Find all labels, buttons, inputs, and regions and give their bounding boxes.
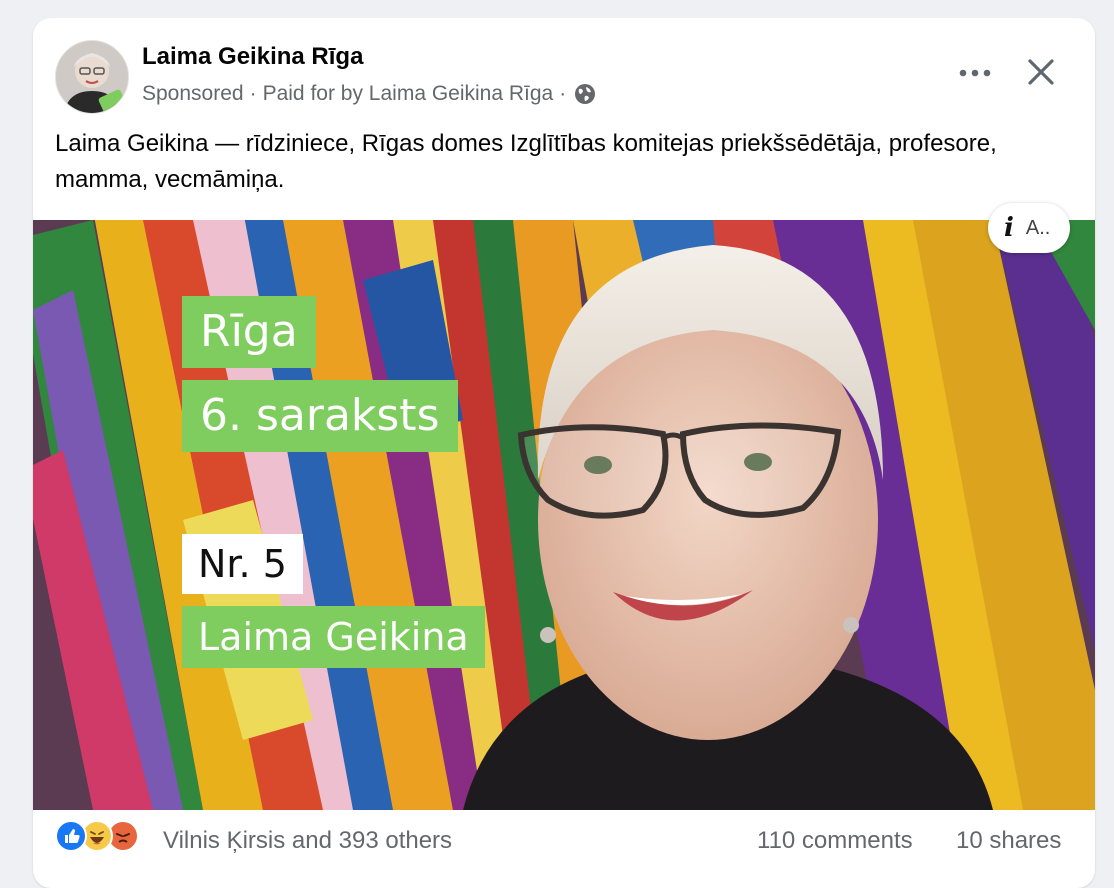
shares-count-link[interactable]: 10 shares xyxy=(956,827,1061,855)
globe-icon xyxy=(574,83,596,105)
paid-for-disclaimer[interactable]: Paid for by Laima Geikina Rīga xyxy=(263,82,554,106)
like-icon xyxy=(55,820,87,852)
overlay-list-label: 6. saraksts xyxy=(182,380,458,452)
close-icon xyxy=(1028,59,1054,85)
reactions-summary[interactable] xyxy=(55,820,139,852)
page-avatar[interactable] xyxy=(55,40,129,114)
post-footer: Vilnis Ķirsis and 393 others 110 comment… xyxy=(33,810,1095,870)
post-body-text: Laima Geikina — rīdziniece, Rīgas domes … xyxy=(55,130,997,193)
sponsored-label[interactable]: Sponsored xyxy=(142,82,244,106)
more-horizontal-icon xyxy=(959,69,991,77)
ad-info-button[interactable]: i A.. xyxy=(988,203,1070,253)
post-meta: Sponsored · Paid for by Laima Geikina Rī… xyxy=(142,82,596,106)
page-name-link[interactable]: Laima Geikina Rīga xyxy=(142,43,363,71)
overlay-number-label: Nr. 5 xyxy=(182,534,303,594)
more-options-button[interactable] xyxy=(951,56,999,90)
reactions-names-link[interactable]: Vilnis Ķirsis and 393 others xyxy=(163,827,452,855)
comments-count-link[interactable]: 110 comments xyxy=(757,827,913,855)
overlay-city-label: Rīga xyxy=(182,296,316,368)
meta-separator: · xyxy=(249,82,257,105)
sponsored-post-card: Laima Geikina Rīga Sponsored · Paid for … xyxy=(33,18,1095,888)
hide-post-button[interactable] xyxy=(1019,50,1063,94)
ad-image[interactable]: Rīga 6. saraksts Nr. 5 Laima Geikina xyxy=(33,220,1095,810)
meta-separator-2: · xyxy=(559,82,567,105)
overlay-candidate-label: Laima Geikina xyxy=(182,606,485,668)
ad-info-label: A.. xyxy=(1025,216,1051,239)
info-icon: i xyxy=(1004,213,1014,243)
